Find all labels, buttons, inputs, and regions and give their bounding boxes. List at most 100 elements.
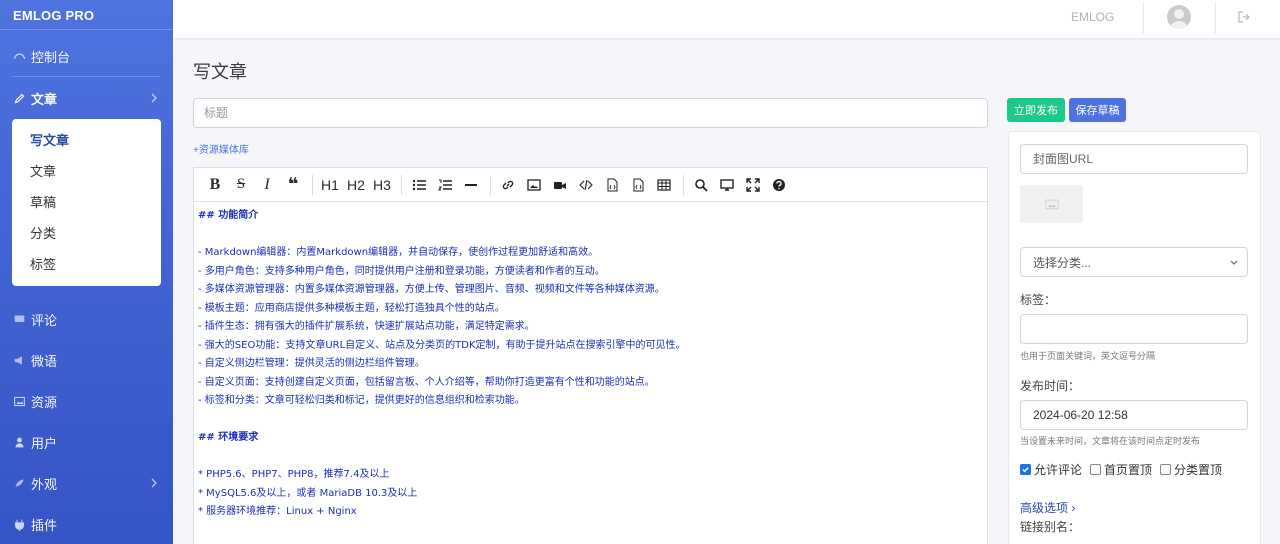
sidebar-item-label: 外观: [31, 476, 58, 492]
help-icon[interactable]: [768, 171, 790, 199]
submenu-item-categories[interactable]: 分类: [12, 218, 161, 249]
sidebar-item-label: 控制台: [31, 49, 71, 65]
content-line: - 强大的SEO功能：支持文章URL自定义、站点及分类页的TDK定制，有助于提升…: [198, 339, 686, 351]
publish-time-input[interactable]: [1020, 400, 1248, 430]
toolbar-separator: [490, 174, 491, 195]
sidebar-item-articles[interactable]: 文章: [0, 83, 173, 113]
image-icon: [11, 393, 27, 409]
articles-submenu: 写文章 文章 草稿 分类 标签: [12, 119, 161, 286]
h1-button[interactable]: H1: [319, 171, 341, 199]
content-blank-line: [198, 448, 987, 467]
plug-icon: [11, 516, 27, 532]
horizontal-rule-icon[interactable]: [460, 171, 482, 199]
checkbox-label: 允许评论: [1034, 463, 1083, 477]
italic-icon[interactable]: I: [256, 171, 278, 199]
checkbox-unchecked-icon: [1090, 464, 1102, 475]
content-line: ## 环境要求: [198, 432, 259, 443]
strikethrough-icon[interactable]: S: [230, 171, 252, 199]
toolbar-separator: [401, 174, 402, 195]
advanced-options-toggle[interactable]: 高级选项 ›: [1020, 499, 1075, 516]
content-line: ## 功能简介: [198, 210, 259, 221]
sidebar-item-appearance[interactable]: 外观: [0, 468, 173, 498]
submenu-item-articles[interactable]: 文章: [12, 156, 161, 187]
unordered-list-icon[interactable]: [408, 171, 430, 199]
sidebar-item-label: 用户: [31, 435, 58, 451]
submenu-item-tags[interactable]: 标签: [12, 249, 161, 280]
sidebar-item-comments[interactable]: 评论: [0, 304, 173, 334]
logout-icon[interactable]: [1237, 10, 1251, 24]
checkbox-checked-icon: [1020, 464, 1031, 475]
save-draft-button[interactable]: 保存草稿: [1069, 98, 1126, 122]
link-icon[interactable]: [497, 171, 519, 199]
content-blank-line: [198, 226, 987, 245]
topbar-divider: [1143, 2, 1144, 34]
category-select-value: 选择分类...: [1033, 255, 1092, 270]
table-icon[interactable]: [653, 171, 675, 199]
content-blank-line: [198, 411, 987, 430]
image-placeholder-icon: [1044, 199, 1059, 209]
preformatted-icon[interactable]: [627, 171, 649, 199]
pencil-icon: [11, 90, 27, 106]
markdown-editor: B S I ❝ H1 H2 H3 ## 功能简介 - Markdown编辑器：内…: [193, 167, 988, 544]
sidebar-item-label: 资源: [31, 394, 58, 410]
ordered-list-icon[interactable]: [434, 171, 456, 199]
sidebar-item-notes[interactable]: 微语: [0, 345, 173, 375]
megaphone-icon: [11, 352, 27, 368]
allow-comments-checkbox[interactable]: 允许评论: [1020, 461, 1082, 478]
cover-image-upload[interactable]: [1020, 185, 1083, 223]
site-name-link[interactable]: EMLOG: [1071, 10, 1114, 24]
sidebar-divider: [12, 76, 161, 77]
publish-button[interactable]: 立即发布: [1007, 98, 1065, 122]
sidebar-item-users[interactable]: 用户: [0, 427, 173, 457]
chevron-down-icon: [1230, 260, 1238, 265]
toolbar-separator: [312, 174, 313, 195]
sidebar-item-plugins[interactable]: 插件: [0, 509, 173, 539]
image-icon[interactable]: [523, 171, 545, 199]
editor-content[interactable]: ## 功能简介 - Markdown编辑器：内置Markdown编辑器，并自动保…: [194, 202, 987, 522]
checkbox-unchecked-icon: [1160, 464, 1172, 475]
sidebar-item-label: 评论: [31, 312, 58, 328]
h3-button[interactable]: H3: [371, 171, 393, 199]
sidebar-item-label: 插件: [31, 517, 58, 533]
video-icon[interactable]: [549, 171, 571, 199]
pin-category-checkbox[interactable]: 分类置顶: [1160, 461, 1222, 478]
search-icon[interactable]: [690, 171, 712, 199]
content-line: - 标签和分类：文章可轻松归类和标记，提供更好的信息组织和检索功能。: [198, 395, 525, 406]
chevron-right-icon: [151, 93, 157, 103]
sidebar-item-dashboard[interactable]: 控制台: [0, 41, 173, 71]
avatar[interactable]: [1167, 5, 1191, 29]
code-icon[interactable]: [575, 171, 597, 199]
content-line: - Markdown编辑器：内置Markdown编辑器，并自动保存，使创作过程更…: [198, 247, 599, 258]
sidebar-item-resources[interactable]: 资源: [0, 386, 173, 416]
submenu-item-drafts[interactable]: 草稿: [12, 187, 161, 218]
title-input[interactable]: [193, 98, 988, 128]
category-select[interactable]: 选择分类...: [1020, 247, 1248, 277]
content-line: * PHP5.6、PHP7、PHP8，推荐7.4及以上: [198, 469, 390, 480]
code-block-icon[interactable]: [601, 171, 623, 199]
comment-icon: [11, 311, 27, 327]
palette-icon: [11, 475, 27, 491]
sidebar-item-label: 微语: [31, 353, 58, 369]
media-library-link[interactable]: +资源媒体库: [193, 141, 249, 156]
content-line: * MySQL5.6及以上，或者 MariaDB 10.3及以上: [198, 487, 418, 499]
submenu-item-write[interactable]: 写文章: [12, 125, 161, 156]
pin-home-checkbox[interactable]: 首页置顶: [1090, 461, 1152, 478]
cover-url-input[interactable]: [1020, 144, 1248, 174]
bold-icon[interactable]: B: [204, 171, 226, 199]
publish-time-label: 发布时间：: [1020, 379, 1081, 393]
fullscreen-icon[interactable]: [742, 171, 764, 199]
tags-input[interactable]: [1020, 314, 1248, 344]
sidebar-item-label: 文章: [31, 91, 58, 107]
topbar-divider: [1215, 2, 1216, 34]
content-line: - 多用户角色：支持多种用户角色，同时提供用户注册和登录功能，方便读者和作者的互…: [198, 265, 605, 277]
content-line: - 自定义页面：支持创建自定义页面，包括留言板、个人介绍等，帮助你打造更富有个性…: [198, 376, 655, 388]
quote-icon[interactable]: ❝: [282, 171, 304, 199]
h2-button[interactable]: H2: [345, 171, 367, 199]
chevron-right-icon: [151, 478, 157, 488]
tags-label: 标签：: [1020, 293, 1057, 307]
post-options: 允许评论 首页置顶 分类置顶: [1020, 461, 1230, 478]
brand-logo[interactable]: EMLOG PRO: [0, 0, 173, 30]
content-line: - 插件生态：拥有强大的插件扩展系统，快速扩展站点功能，满足特定需求。: [198, 321, 535, 332]
tags-hint: 也用于页面关键词，英文逗号分隔: [1020, 351, 1156, 361]
preview-icon[interactable]: [716, 171, 738, 199]
